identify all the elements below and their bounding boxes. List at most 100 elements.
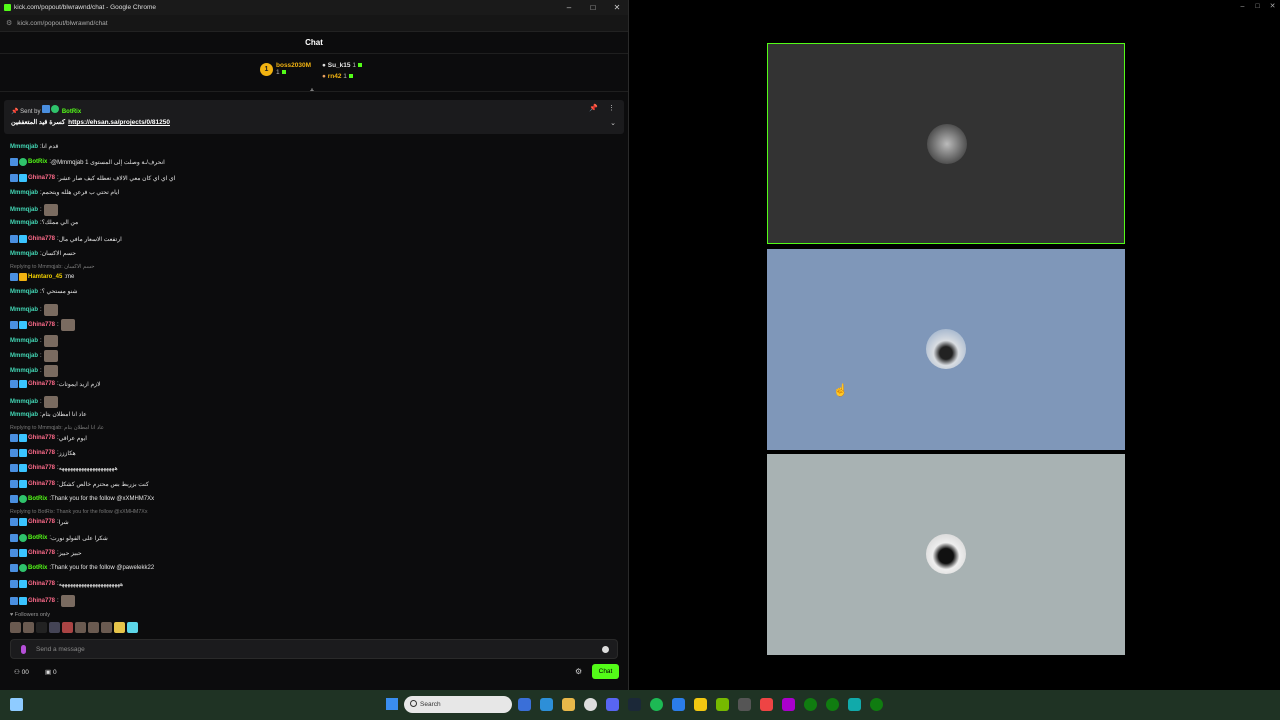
pin-icon[interactable]: 📌 <box>589 104 598 112</box>
emote[interactable] <box>43 204 58 216</box>
taskbar-search[interactable]: Search <box>404 696 512 713</box>
chat-message[interactable]: Mmmqjab: <box>10 350 58 362</box>
app-icon[interactable] <box>694 698 707 711</box>
chat-username[interactable]: Ghina778 <box>28 581 55 587</box>
emote[interactable] <box>60 319 75 331</box>
send-chat-button[interactable]: Chat <box>592 664 619 679</box>
chat-message[interactable]: Mmmqjab: شنو مستحي ؟ <box>10 288 77 296</box>
minimize-icon[interactable]: – <box>1235 0 1250 12</box>
chat-username[interactable]: Ghina778 <box>28 550 55 556</box>
emote[interactable] <box>23 622 34 633</box>
chat-message[interactable]: Ghina778: ايوم عراقي <box>10 434 87 442</box>
chat-message[interactable]: BotRix: Thank you for the follow @xXMHM7… <box>10 495 154 503</box>
xbox-icon[interactable] <box>870 698 883 711</box>
participant-tile-1[interactable] <box>767 43 1125 244</box>
app-icon[interactable] <box>760 698 773 711</box>
emote[interactable] <box>10 622 21 633</box>
leader-1[interactable]: boss2030M 1 <box>276 62 311 76</box>
reply-context[interactable]: Replying to Mmmqjab: حسم الاكسان <box>10 264 94 270</box>
maximize-icon[interactable]: □ <box>1250 0 1265 12</box>
chat-message[interactable]: Ghina778: ههههههههههههههههههههه <box>10 464 118 472</box>
emote[interactable] <box>88 622 99 633</box>
chat-username[interactable]: Mmmqjab <box>10 207 38 213</box>
chat-message[interactable]: BotRix: Thank you for the follow @pawele… <box>10 564 154 572</box>
chat-username[interactable]: Mmmqjab <box>10 307 38 313</box>
chat-username[interactable]: Mmmqjab <box>10 412 38 418</box>
chat-username[interactable]: BotRix <box>28 535 47 541</box>
participant-tile-2[interactable] <box>767 249 1125 450</box>
chat-message[interactable]: Ghina778: هكاززز <box>10 449 76 457</box>
chevron-down-icon[interactable]: ⌄ <box>610 119 616 127</box>
chat-username[interactable]: Ghina778 <box>28 481 55 487</box>
emote[interactable] <box>43 396 58 408</box>
chrome-icon[interactable] <box>584 698 597 711</box>
chat-username[interactable]: Ghina778 <box>28 598 55 604</box>
chat-username[interactable]: Hamtaro_45 <box>28 274 62 280</box>
chat-message[interactable]: Ghina778: شرا <box>10 518 69 526</box>
app-icon[interactable] <box>738 698 751 711</box>
reply-context[interactable]: Replying to BotRix: Thank you for the fo… <box>10 509 147 515</box>
windows-start-icon[interactable] <box>386 698 398 710</box>
minimize-icon[interactable]: – <box>557 0 581 15</box>
steam-icon[interactable] <box>628 698 641 711</box>
chat-username[interactable]: Ghina778 <box>28 465 55 471</box>
chat-username[interactable]: Mmmqjab <box>10 368 38 374</box>
chat-message[interactable]: Hamtaro_45: me <box>10 273 74 281</box>
maximize-icon[interactable]: □ <box>581 0 605 15</box>
site-info-icon[interactable]: ⚙ <box>6 19 12 27</box>
participant-tile-3[interactable] <box>767 454 1125 655</box>
chat-username[interactable]: Mmmqjab <box>10 144 38 150</box>
collapse-leaderboard-icon[interactable]: ⩡ <box>310 87 314 95</box>
app-icon[interactable] <box>782 698 795 711</box>
file-explorer-icon[interactable] <box>562 698 575 711</box>
emote[interactable] <box>43 365 58 377</box>
emote[interactable] <box>127 622 138 633</box>
chat-message[interactable]: Mmmqjab: ايام تحتي ب فرعن هلله ويتحمم <box>10 189 119 197</box>
chat-username[interactable]: BotRix <box>28 565 47 571</box>
chat-username[interactable]: Mmmqjab <box>10 353 38 359</box>
more-options-icon[interactable]: ⋮ <box>608 104 615 112</box>
chat-username[interactable]: Mmmqjab <box>10 190 38 196</box>
chat-message[interactable]: Ghina778: كنت بزربط بس محترم خالص كشكل <box>10 480 149 488</box>
chat-username[interactable]: Ghina778 <box>28 322 55 328</box>
chat-message[interactable]: Ghina778: اي اي اي كان معي الالاف تعطله … <box>10 174 175 182</box>
app-icon[interactable] <box>672 698 685 711</box>
emote[interactable] <box>43 304 58 316</box>
chat-message[interactable]: Mmmqjab: <box>10 335 58 347</box>
chat-message[interactable]: Ghina778: <box>10 595 75 607</box>
address-bar[interactable]: ⚙ kick.com/popout/blwrawnd/chat <box>0 15 628 32</box>
nvidia-icon[interactable] <box>716 698 729 711</box>
voice-icon[interactable] <box>21 645 26 654</box>
leader-2[interactable]: ● Su_k15 1 <box>322 62 362 69</box>
chat-username[interactable]: Mmmqjab <box>10 251 38 257</box>
chat-username[interactable]: Mmmqjab <box>10 399 38 405</box>
chat-username[interactable]: Mmmqjab <box>10 289 38 295</box>
chat-message[interactable]: BotRix: شكرا على الفولو نورت <box>10 534 108 542</box>
xbox-icon[interactable] <box>826 698 839 711</box>
widgets-icon[interactable] <box>10 698 23 711</box>
chat-message[interactable]: Ghina778: <box>10 319 75 331</box>
chat-username[interactable]: Ghina778 <box>28 175 55 181</box>
close-icon[interactable]: ✕ <box>605 0 629 15</box>
emote[interactable] <box>62 622 73 633</box>
emote[interactable] <box>43 350 58 362</box>
emote[interactable] <box>36 622 47 633</box>
chat-username[interactable]: Mmmqjab <box>10 220 38 226</box>
emote[interactable] <box>43 335 58 347</box>
close-icon[interactable]: ✕ <box>1265 0 1280 12</box>
chat-message[interactable]: Mmmqjab: <box>10 365 58 377</box>
gear-icon[interactable]: ⚙ <box>575 667 582 676</box>
spotify-icon[interactable] <box>650 698 663 711</box>
leader-3[interactable]: ● rn42 1 <box>322 73 353 80</box>
chat-username[interactable]: BotRix <box>28 159 47 165</box>
chat-message[interactable]: BotRix: @Mmmqjab انحرف/ـة وصلت إلى المست… <box>10 158 165 166</box>
app-icon[interactable] <box>848 698 861 711</box>
emote[interactable] <box>49 622 60 633</box>
chat-message[interactable]: Mmmqjab: حسم الاكسان <box>10 250 76 258</box>
emote[interactable] <box>75 622 86 633</box>
pinned-link[interactable]: https://ehsan.sa/projects/0/81250 <box>68 119 170 126</box>
edge-icon[interactable] <box>540 698 553 711</box>
chat-message[interactable]: Mmmqjab: قدم انا <box>10 143 58 151</box>
chat-username[interactable]: BotRix <box>28 496 47 502</box>
reply-context[interactable]: Replying to Mmmqjab: عاد انا امطلان بتام <box>10 425 104 431</box>
